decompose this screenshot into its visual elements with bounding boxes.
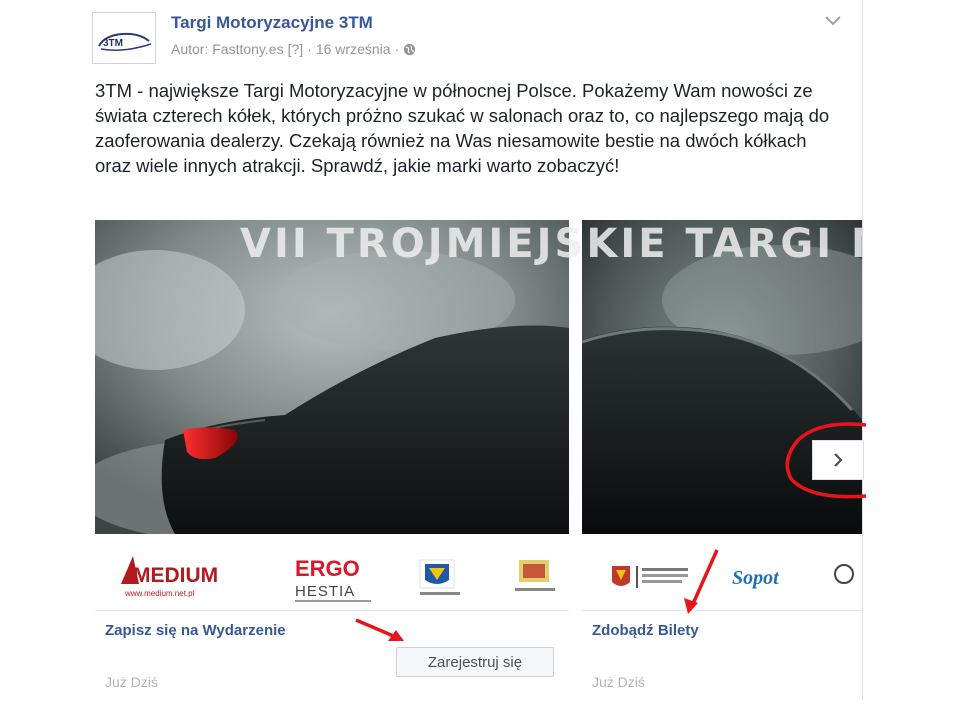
register-button[interactable]: Zarejestruj się <box>396 647 554 677</box>
hestia-logo-text: HESTIA <box>295 583 355 600</box>
ergo-logo-text: ERGO <box>295 556 360 581</box>
meta-separator-2: · <box>394 41 400 57</box>
meta-separator: · <box>307 41 312 57</box>
card-subtitle-2: Już Dziś <box>592 674 645 690</box>
page-avatar[interactable]: 3TM <box>92 12 156 64</box>
card-title-event[interactable]: Zapisz się na Wydarzenie <box>105 622 286 639</box>
card-subtitle: Już Dziś <box>105 674 158 690</box>
author-link[interactable]: Autor: Fasttony.es <box>171 41 284 57</box>
post-date[interactable]: 16 września <box>316 41 391 57</box>
carousel-banner: VII TROJMIEJSKIE TARGI M <box>240 221 862 267</box>
post-border <box>862 0 863 700</box>
sponsor-logos-2: Sopot <box>612 564 854 589</box>
sponsor-strip: MEDIUM www.medium.net.pl ERGO HESTIA <box>95 534 569 611</box>
medium-logo-text: MEDIUM <box>133 564 218 587</box>
chevron-down-icon[interactable] <box>822 12 844 28</box>
banner-text: VII TROJMIEJSKIE TARGI M <box>240 221 862 267</box>
post-meta: Autor: Fasttony.es [?] · 16 września · <box>171 41 416 57</box>
card-title-tickets[interactable]: Zdobądź Bilety <box>592 622 699 639</box>
author-help-link[interactable]: [?] <box>288 41 304 57</box>
svg-text:3TM: 3TM <box>103 38 123 49</box>
sopot-logo-text: Sopot <box>732 567 780 589</box>
carousel-card-1[interactable]: MEDIUM www.medium.net.pl ERGO HESTIA Zap… <box>95 220 569 700</box>
sponsor-logos: MEDIUM www.medium.net.pl ERGO HESTIA <box>121 556 555 602</box>
card-gap <box>570 220 582 700</box>
medium-url: www.medium.net.pl <box>124 589 195 598</box>
partner-logo <box>834 564 854 584</box>
3tm-logo: 3TM <box>98 32 152 51</box>
page-name-link[interactable]: Targi Motoryzacyjne 3TM <box>171 13 373 33</box>
sponsor-strip-2: Sopot <box>582 534 862 611</box>
chevron-right-icon <box>834 453 843 467</box>
globe-icon[interactable] <box>403 43 416 56</box>
post-message: 3TM - największe Targi Motoryzacyjne w p… <box>95 80 830 176</box>
carousel-next-button[interactable] <box>812 440 864 480</box>
